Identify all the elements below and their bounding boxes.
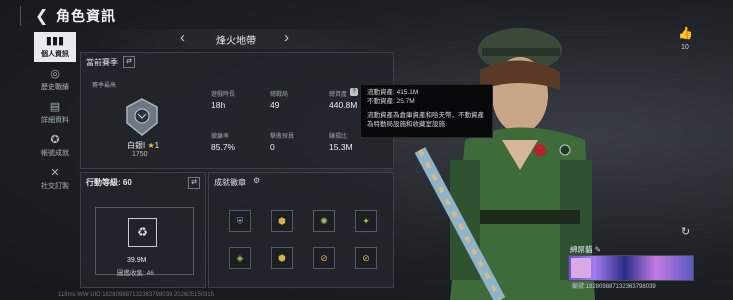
stat-value: 49: [270, 100, 280, 110]
star-icon: ★: [147, 141, 155, 150]
collection-count: 圖鑑收集: 46: [117, 270, 154, 277]
stat-value: 440.8M: [329, 100, 358, 110]
rank-emblem-icon: [126, 98, 158, 136]
history-icon: ◎: [50, 68, 60, 80]
badges-panel: 成就徽章 ⚙ ⛨ ⬢ ✺ ✦ ◈ ⬢ ⊘ ⊘: [208, 172, 394, 288]
season-title: 當前賽季: [86, 58, 118, 67]
refresh-icon[interactable]: ↻: [681, 225, 690, 238]
player-name: 綿屌貓 ✎: [570, 244, 601, 255]
name-card[interactable]: [568, 255, 694, 281]
stat-value: 18h: [211, 100, 226, 110]
stats-icon: ▮▮▮: [45, 35, 65, 47]
achievement-icon: ✪: [50, 134, 60, 146]
badge-icon[interactable]: ⬢: [271, 247, 293, 269]
rank-score: 1750: [132, 151, 148, 158]
badges-title: 成就徽章: [214, 178, 246, 187]
season-panel: 當前賽季 ⇄ 賽季最高 白銀I ★1 1750 遊戲時長 18h 總戰局 49 …: [80, 52, 394, 169]
stat-label: 總戰局: [270, 92, 289, 98]
badge-icon[interactable]: ✺: [313, 210, 335, 232]
player-name-text: 綿屌貓: [570, 245, 593, 254]
avatar: [571, 258, 591, 278]
stat-label: 撤離率: [211, 134, 230, 140]
swap-icon[interactable]: ⇄: [123, 56, 135, 68]
stat-value: 85.7%: [211, 142, 236, 152]
page-title: 角色資訊: [56, 8, 116, 24]
sidebar-item-label: 歷史戰績: [41, 84, 69, 91]
badge-icon[interactable]: ◈: [229, 247, 251, 269]
stage-name: 烽火地帶: [216, 36, 256, 47]
badge-icon[interactable]: ⊘: [313, 247, 335, 269]
sidebar-item-label: 帳號成就: [41, 150, 69, 157]
edit-icon[interactable]: ✎: [595, 245, 601, 254]
asset-tooltip: 流動資產: 415.1M 不動資產: 25.7M 流動資產為倉庫資產和哈夫幣，不…: [360, 84, 493, 138]
swap-icon[interactable]: ⇄: [188, 177, 200, 189]
social-icon: ✕: [50, 167, 60, 179]
watermark: 118ms WW UID:182809887132363798039 20260…: [58, 292, 215, 298]
sidebar-item-achievement[interactable]: ✪ 帳號成就: [34, 131, 76, 161]
action-value: 39.9M: [127, 257, 147, 264]
hud-bracket: [20, 6, 29, 26]
badge-icon[interactable]: ✦: [355, 210, 377, 232]
back-arrow-icon[interactable]: ❮: [35, 6, 48, 26]
help-icon[interactable]: ?: [350, 88, 358, 96]
rank-name-text: 白銀I: [127, 141, 146, 150]
sidebar-item-label: 個人資訊: [41, 51, 69, 58]
stat-label: 遊戲時長: [211, 92, 236, 98]
stat-value: 0: [270, 142, 275, 152]
action-level-panel: 行動等級: 60 ⇄ ♻ 39.9M 圖鑑收集: 46: [80, 172, 206, 288]
sidebar-item-social[interactable]: ✕ 社交訂製: [34, 164, 76, 194]
sidebar-item-personal-info[interactable]: ▮▮▮ 個人資訊: [34, 32, 76, 62]
sidebar-item-label: 社交訂製: [41, 183, 69, 190]
stat-label: 總資產: [329, 92, 348, 98]
tooltip-desc: 流動資產為倉庫資產和哈夫幣，不動資產: [367, 112, 484, 119]
tooltip-line: 不動資產: 25.7M: [367, 98, 415, 105]
stat-label: 賺損比: [329, 134, 348, 140]
detail-icon: ▤: [49, 101, 61, 113]
sidebar: ▮▮▮ 個人資訊 ◎ 歷史戰績 ▤ 詳細資料 ✪ 帳號成就 ✕ 社交訂製: [34, 32, 76, 197]
action-level-title: 行動等級: 60: [86, 178, 132, 187]
season-subtitle: 賽季最高: [92, 83, 117, 89]
sidebar-item-detail[interactable]: ▤ 詳細資料: [34, 98, 76, 128]
stat-label: 擊敗探員: [270, 134, 295, 140]
tooltip-line: 流動資產: 415.1M: [367, 89, 419, 96]
rank-stars: 1: [154, 141, 160, 150]
sidebar-item-history[interactable]: ◎ 歷史戰績: [34, 65, 76, 95]
like-count: 10: [681, 44, 689, 51]
thumbs-up-icon[interactable]: 👍: [678, 26, 693, 40]
gear-icon[interactable]: ⚙: [253, 176, 260, 185]
stage-selector: ‹ 烽火地帶 ›: [80, 29, 392, 49]
badge-icon[interactable]: ⊘: [355, 247, 377, 269]
player-id: 編號:182809887132363798039: [572, 284, 656, 290]
stat-value: 15.3M: [329, 142, 353, 152]
tooltip-desc: 為特勤局設施和收藏室設施: [367, 121, 445, 128]
sidebar-item-label: 詳細資料: [41, 117, 69, 124]
rank-name: 白銀I ★1: [127, 140, 159, 151]
chevron-right-icon[interactable]: ›: [284, 29, 289, 46]
badge-icon[interactable]: ⛨: [229, 210, 251, 232]
badge-icon[interactable]: ⬢: [271, 210, 293, 232]
collection-icon[interactable]: ♻: [128, 218, 157, 247]
